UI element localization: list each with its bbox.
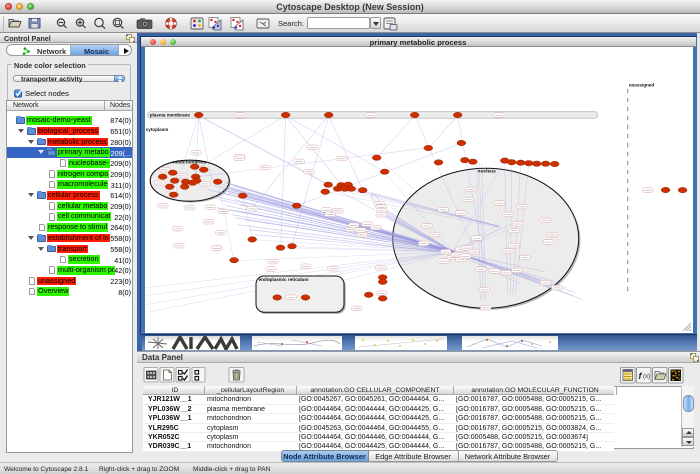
svg-text:(x): (x) — [643, 374, 650, 380]
svg-text:mitochondrion: mitochondrion — [173, 159, 207, 165]
svg-text:unassigned: unassigned — [628, 82, 654, 87]
svg-text:cytoplasm: cytoplasm — [145, 127, 168, 132]
svg-text:nucleus: nucleus — [477, 168, 495, 174]
svg-text:endoplasmic reticulum: endoplasmic reticulum — [258, 277, 308, 282]
svg-text:Search:: Search: — [278, 19, 304, 28]
svg-text:plasma membrane: plasma membrane — [149, 112, 190, 117]
